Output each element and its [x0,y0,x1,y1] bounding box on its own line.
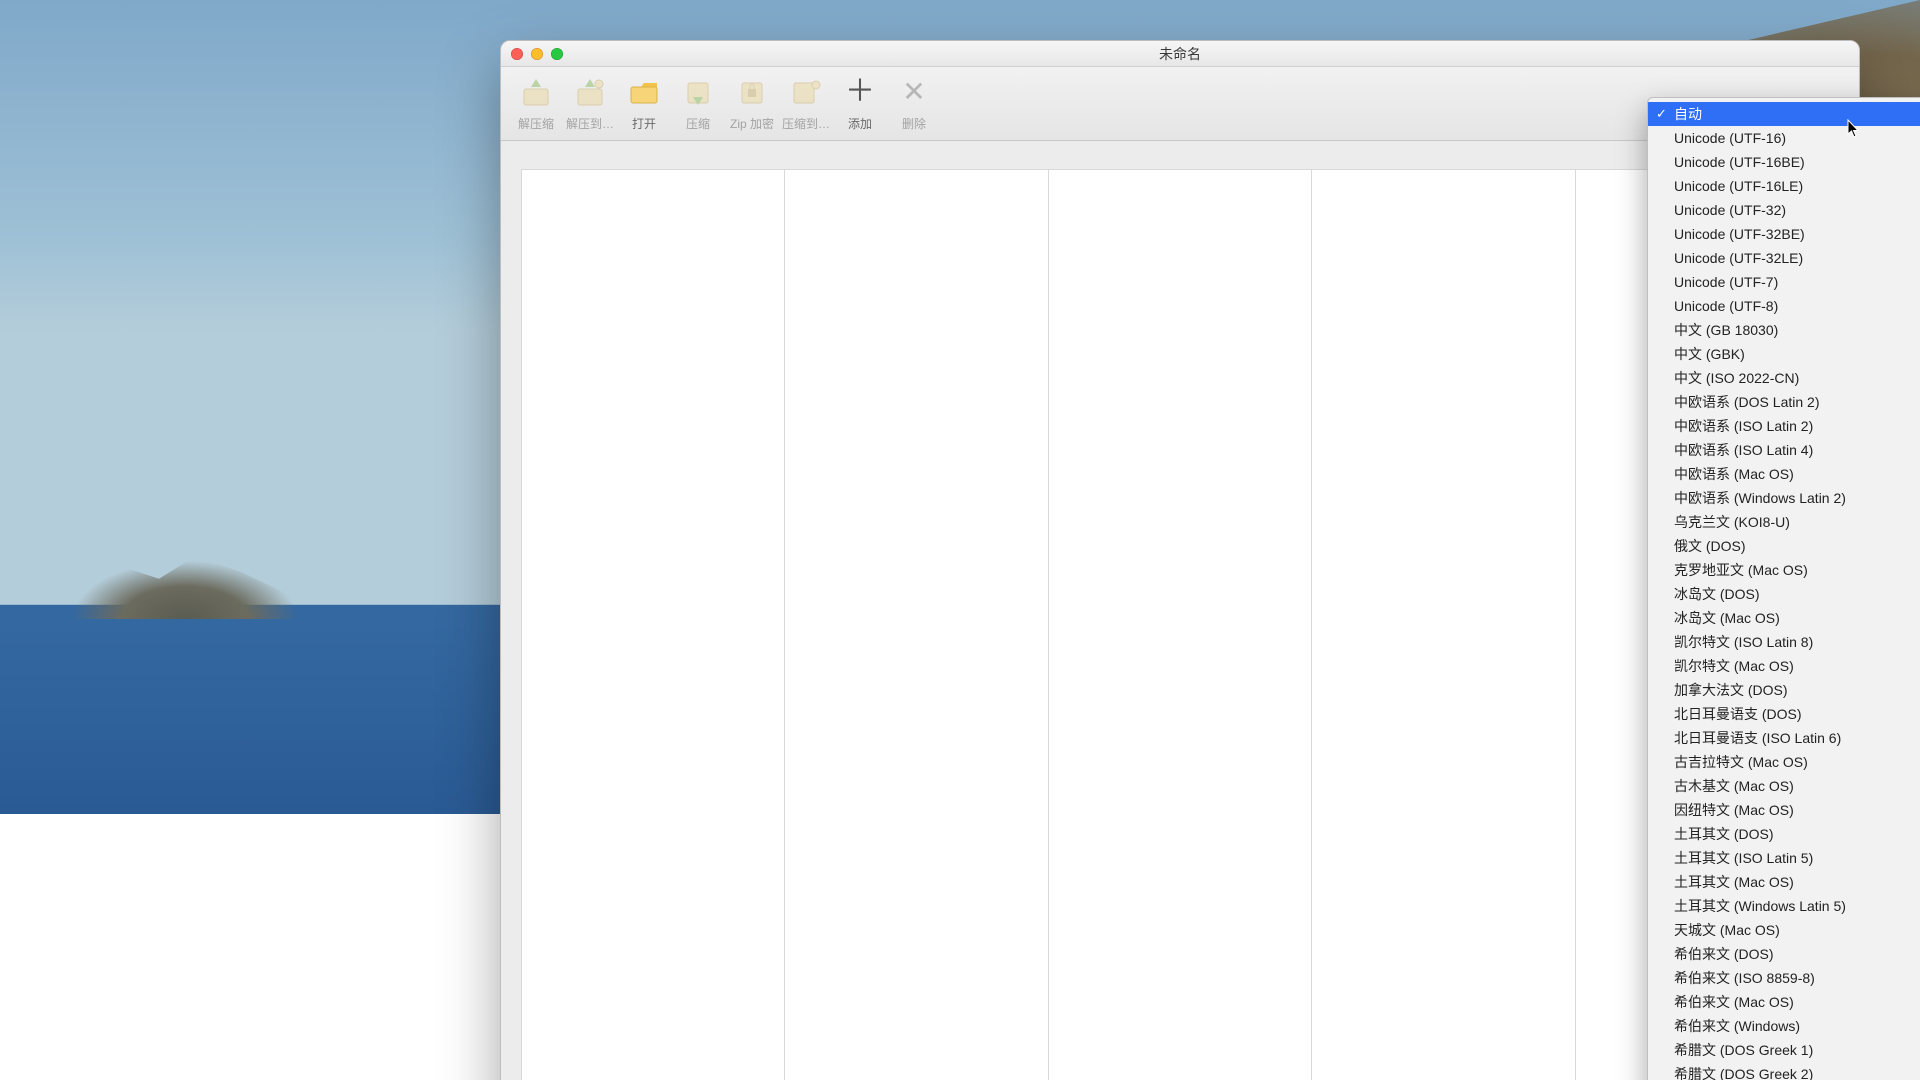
toolbar-open[interactable]: 打开 [617,71,671,132]
zip-encrypt-icon [733,73,771,111]
encoding-option[interactable]: 希伯来文 (ISO 8859-8) [1648,966,1920,990]
encoding-option[interactable]: 中欧语系 (ISO Latin 2) [1648,414,1920,438]
compress-icon [679,73,717,111]
encoding-option[interactable]: 克罗地亚文 (Mac OS) [1648,558,1920,582]
minimize-button[interactable] [531,48,543,60]
encoding-option[interactable]: 自动 [1648,102,1920,126]
compress-to-icon [787,73,825,111]
toolbar-label: 删除 [887,115,941,132]
toolbar-extract-to[interactable]: 解压到… [563,71,617,132]
encoding-option[interactable]: 冰岛文 (DOS) [1648,582,1920,606]
encoding-option[interactable]: 中欧语系 (ISO Latin 4) [1648,438,1920,462]
toolbar-label: 打开 [617,115,671,132]
browser-column[interactable] [1049,169,1312,1080]
toolbar-zip-encrypt[interactable]: Zip 加密 [725,71,779,132]
encoding-option[interactable]: 希伯来文 (Mac OS) [1648,990,1920,1014]
encoding-option[interactable]: 乌克兰文 (KOI8-U) [1648,510,1920,534]
encoding-option[interactable]: 因纽特文 (Mac OS) [1648,798,1920,822]
encoding-option[interactable]: Unicode (UTF-32) [1648,198,1920,222]
encoding-option[interactable]: Unicode (UTF-16) [1648,126,1920,150]
encoding-option[interactable]: 中文 (GBK) [1648,342,1920,366]
zoom-button[interactable] [551,48,563,60]
encoding-option[interactable]: 古吉拉特文 (Mac OS) [1648,750,1920,774]
encoding-option[interactable]: 中欧语系 (DOS Latin 2) [1648,390,1920,414]
column-browser[interactable] [521,169,1839,1080]
encoding-option[interactable]: 中欧语系 (Mac OS) [1648,462,1920,486]
encoding-option[interactable]: Unicode (UTF-32BE) [1648,222,1920,246]
open-icon [625,73,663,111]
encoding-option[interactable]: 凯尔特文 (ISO Latin 8) [1648,630,1920,654]
extract-icon [517,73,555,111]
browser-column[interactable] [785,169,1048,1080]
window-titlebar[interactable]: 未命名 [501,41,1859,67]
toolbar-label: Zip 加密 [725,115,779,132]
encoding-option[interactable]: 加拿大法文 (DOS) [1648,678,1920,702]
encoding-option[interactable]: 冰岛文 (Mac OS) [1648,606,1920,630]
x-icon: ✕ [895,73,933,111]
encoding-option[interactable]: 古木基文 (Mac OS) [1648,774,1920,798]
encoding-option[interactable]: 土耳其文 (DOS) [1648,822,1920,846]
encoding-option[interactable]: 中文 (ISO 2022-CN) [1648,366,1920,390]
encoding-option[interactable]: 俄文 (DOS) [1648,534,1920,558]
encoding-option[interactable]: Unicode (UTF-32LE) [1648,246,1920,270]
encoding-option[interactable]: 希伯来文 (DOS) [1648,942,1920,966]
plus-icon: ＋ [841,73,879,111]
toolbar-delete[interactable]: ✕ 删除 [887,71,941,132]
toolbar-label: 压缩 [671,115,725,132]
encoding-option[interactable]: 北日耳曼语支 (ISO Latin 6) [1648,726,1920,750]
desktop-background: 未命名 解压缩 解压到… 打开 [0,0,1920,1080]
toolbar-extract[interactable]: 解压缩 [509,71,563,132]
traffic-lights [511,48,563,60]
encoding-option[interactable]: 土耳其文 (Windows Latin 5) [1648,894,1920,918]
toolbar-add[interactable]: ＋ 添加 [833,71,887,132]
toolbar-label: 解压缩 [509,115,563,132]
browser-column[interactable] [521,169,785,1080]
background-island [55,529,315,619]
encoding-option[interactable]: 天城文 (Mac OS) [1648,918,1920,942]
extract-to-icon [571,73,609,111]
encoding-option[interactable]: Unicode (UTF-16LE) [1648,174,1920,198]
toolbar-label: 压缩到… [779,115,833,132]
encoding-option[interactable]: 希伯来文 (Windows) [1648,1014,1920,1038]
encoding-option[interactable]: 凯尔特文 (Mac OS) [1648,654,1920,678]
encoding-option[interactable]: 土耳其文 (ISO Latin 5) [1648,846,1920,870]
toolbar-label: 添加 [833,115,887,132]
browser-column[interactable] [1312,169,1575,1080]
encoding-option[interactable]: 希腊文 (DOS Greek 1) [1648,1038,1920,1062]
encoding-dropdown[interactable]: 自动Unicode (UTF-16)Unicode (UTF-16BE)Unic… [1647,97,1920,1080]
encoding-option[interactable]: Unicode (UTF-16BE) [1648,150,1920,174]
toolbar-compress[interactable]: 压缩 [671,71,725,132]
encoding-option[interactable]: Unicode (UTF-7) [1648,270,1920,294]
encoding-option[interactable]: 中欧语系 (Windows Latin 2) [1648,486,1920,510]
window-title: 未命名 [1159,46,1201,62]
encoding-option[interactable]: Unicode (UTF-8) [1648,294,1920,318]
toolbar-label: 解压到… [563,115,617,132]
close-button[interactable] [511,48,523,60]
encoding-option[interactable]: 北日耳曼语支 (DOS) [1648,702,1920,726]
encoding-option[interactable]: 希腊文 (DOS Greek 2) [1648,1062,1920,1080]
toolbar-compress-to[interactable]: 压缩到… [779,71,833,132]
encoding-option[interactable]: 土耳其文 (Mac OS) [1648,870,1920,894]
encoding-option[interactable]: 中文 (GB 18030) [1648,318,1920,342]
